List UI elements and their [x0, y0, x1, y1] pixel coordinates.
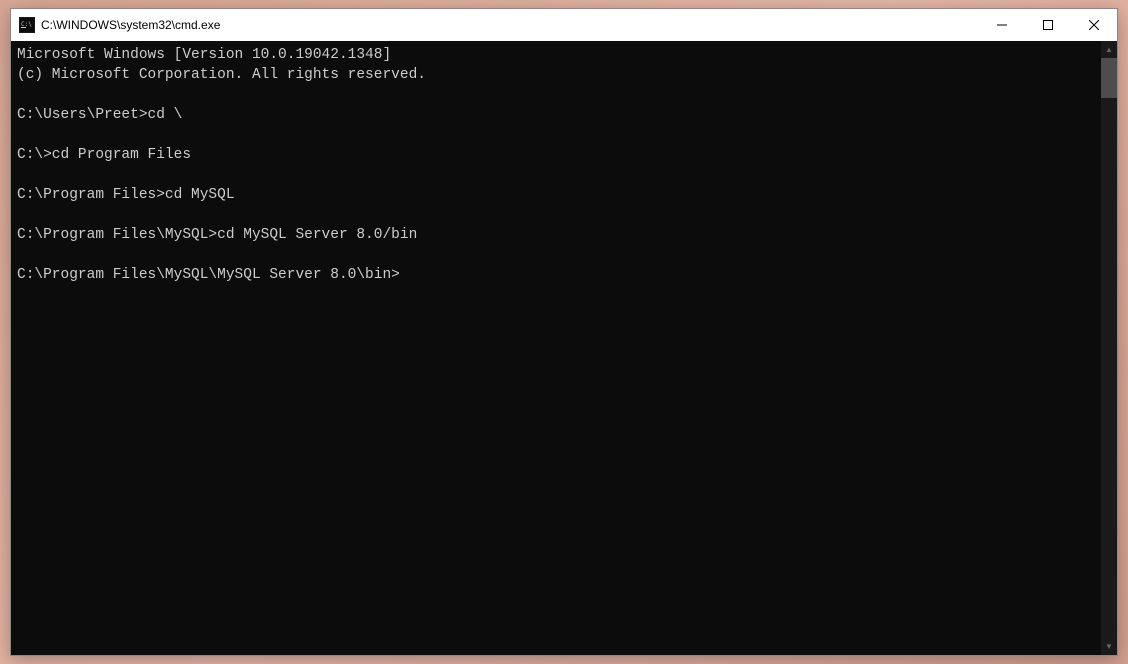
- terminal-line: [17, 85, 1095, 105]
- terminal-line: [17, 205, 1095, 225]
- terminal-line: (c) Microsoft Corporation. All rights re…: [17, 65, 1095, 85]
- terminal-line: [17, 125, 1095, 145]
- cmd-icon: C:\: [19, 17, 35, 33]
- terminal-line: C:\>cd Program Files: [17, 145, 1095, 165]
- cmd-window: C:\ C:\WINDOWS\system32\cmd.exe Microsof…: [10, 8, 1118, 656]
- window-title: C:\WINDOWS\system32\cmd.exe: [41, 18, 979, 32]
- terminal-content[interactable]: Microsoft Windows [Version 10.0.19042.13…: [11, 41, 1101, 655]
- scroll-down-arrow[interactable]: ▼: [1101, 638, 1117, 655]
- terminal-line: [17, 165, 1095, 185]
- terminal-line: C:\Program Files\MySQL\MySQL Server 8.0\…: [17, 265, 1095, 285]
- terminal-line: C:\Program Files\MySQL>cd MySQL Server 8…: [17, 225, 1095, 245]
- maximize-button[interactable]: [1025, 9, 1071, 41]
- close-button[interactable]: [1071, 9, 1117, 41]
- minimize-button[interactable]: [979, 9, 1025, 41]
- terminal-line: C:\Program Files>cd MySQL: [17, 185, 1095, 205]
- terminal-line: [17, 245, 1095, 265]
- terminal-area: Microsoft Windows [Version 10.0.19042.13…: [11, 41, 1117, 655]
- titlebar[interactable]: C:\ C:\WINDOWS\system32\cmd.exe: [11, 9, 1117, 41]
- vertical-scrollbar[interactable]: ▲ ▼: [1101, 41, 1117, 655]
- terminal-line: C:\Users\Preet>cd \: [17, 105, 1095, 125]
- window-controls: [979, 9, 1117, 41]
- scrollbar-thumb[interactable]: [1101, 58, 1117, 98]
- terminal-line: Microsoft Windows [Version 10.0.19042.13…: [17, 45, 1095, 65]
- scroll-up-arrow[interactable]: ▲: [1101, 41, 1117, 58]
- svg-text:C:\: C:\: [21, 21, 32, 28]
